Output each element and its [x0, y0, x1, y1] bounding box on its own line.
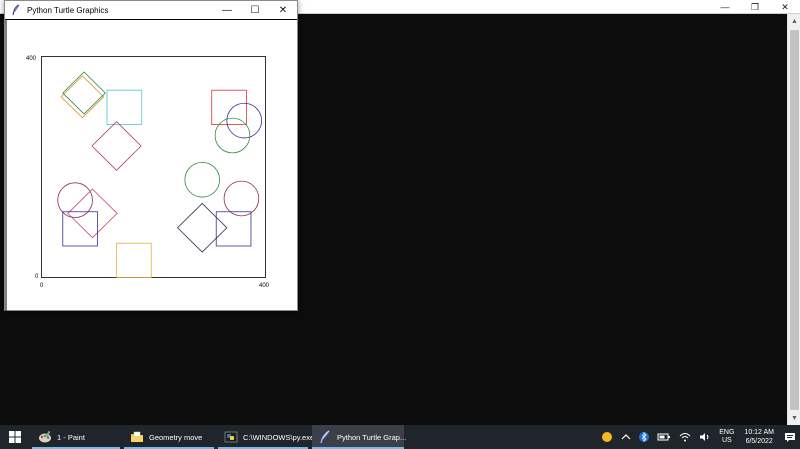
action-center-icon[interactable]	[780, 425, 800, 449]
taskbar: 1 - Paint Geometry move C:\WINDOWS\py.ex…	[0, 425, 800, 449]
taskbar-item-geometry-move[interactable]: Geometry move	[124, 425, 216, 449]
system-tray: ENG US 10:12 AM 6/5/2022	[597, 425, 800, 449]
clock[interactable]: 10:12 AM 6/5/2022	[744, 428, 774, 446]
console-close-button[interactable]: ✕	[770, 0, 800, 14]
scroll-up-arrow-icon[interactable]: ▲	[788, 14, 800, 28]
wifi-icon[interactable]	[679, 432, 691, 442]
paint-icon	[39, 430, 51, 443]
clock-date: 6/5/2022	[745, 438, 773, 445]
taskbar-item-paint[interactable]: 1 - Paint	[32, 425, 122, 449]
volume-icon[interactable]	[699, 432, 711, 442]
turtle-square	[116, 242, 152, 278]
turtle-diamond	[67, 188, 118, 239]
turtle-square	[215, 211, 252, 247]
turtle-circle	[226, 102, 262, 139]
taskbar-item-label: Geometry move	[149, 432, 203, 442]
language-code: ENG	[719, 429, 735, 436]
start-button[interactable]	[0, 425, 30, 449]
x-min-label: 0	[40, 283, 44, 289]
y-max-label: 400	[26, 56, 37, 62]
minimize-button[interactable]: —	[213, 1, 241, 19]
python-launcher-icon	[224, 431, 238, 443]
folder-icon	[131, 431, 143, 442]
turtle-shapes	[57, 71, 262, 278]
taskbar-item-label: Python Turtle Grap...	[337, 432, 407, 442]
turtle-canvas[interactable]: 400 0 0 400	[5, 19, 297, 311]
windows-logo-icon	[9, 431, 21, 443]
turtle-diamond	[62, 71, 106, 115]
bluetooth-icon[interactable]	[639, 431, 650, 443]
turtle-square	[211, 89, 247, 125]
turtle-diamond	[91, 121, 142, 171]
scrollbar-thumb[interactable]	[790, 30, 799, 410]
console-scrollbar[interactable]: ▲ ▼	[787, 14, 800, 425]
taskbar-item-py-exe[interactable]: C:\WINDOWS\py.exe	[218, 425, 314, 449]
plot-frame	[41, 56, 266, 278]
scroll-down-arrow-icon[interactable]: ▼	[788, 411, 800, 425]
close-button[interactable]: ✕	[269, 1, 297, 19]
turtle-circle	[223, 180, 260, 217]
turtle-diamond	[60, 75, 105, 119]
console-window-controls: — ❐ ✕	[710, 0, 800, 14]
python-feather-icon	[320, 430, 330, 444]
console-maximize-button[interactable]: ❐	[740, 0, 770, 14]
clock-time: 10:12 AM	[744, 429, 774, 436]
turtle-square	[106, 89, 143, 125]
x-max-label: 400	[259, 283, 270, 289]
turtle-window-controls: — ☐ ✕	[213, 1, 297, 19]
window-title: Python Turtle Graphics	[27, 5, 109, 15]
taskbar-item-label: 1 - Paint	[57, 432, 85, 442]
show-hidden-icons-chevron-up-icon[interactable]	[621, 433, 631, 441]
turtle-drawing: 400 0 0 400	[5, 20, 270, 311]
taskbar-item-label: C:\WINDOWS\py.exe	[243, 432, 315, 442]
y-min-label: 0	[35, 274, 39, 280]
feather-icon	[12, 4, 20, 16]
maximize-button[interactable]: ☐	[241, 1, 269, 19]
input-language-indicator[interactable]: ENG US	[719, 429, 734, 445]
turtle-circle	[214, 117, 251, 154]
turtle-window-titlebar[interactable]: Python Turtle Graphics — ☐ ✕	[5, 1, 297, 19]
battery-icon[interactable]	[657, 432, 671, 442]
console-minimize-button[interactable]: —	[710, 0, 740, 14]
turtle-circle	[184, 161, 220, 198]
keyboard-layout: US	[721, 437, 732, 444]
turtle-diamond	[177, 202, 228, 253]
turtle-window: Python Turtle Graphics — ☐ ✕ 400 0 0 400	[4, 0, 298, 311]
taskbar-item-python-turtle[interactable]: Python Turtle Grap...	[312, 425, 407, 449]
weather-sun-icon[interactable]	[601, 431, 613, 443]
